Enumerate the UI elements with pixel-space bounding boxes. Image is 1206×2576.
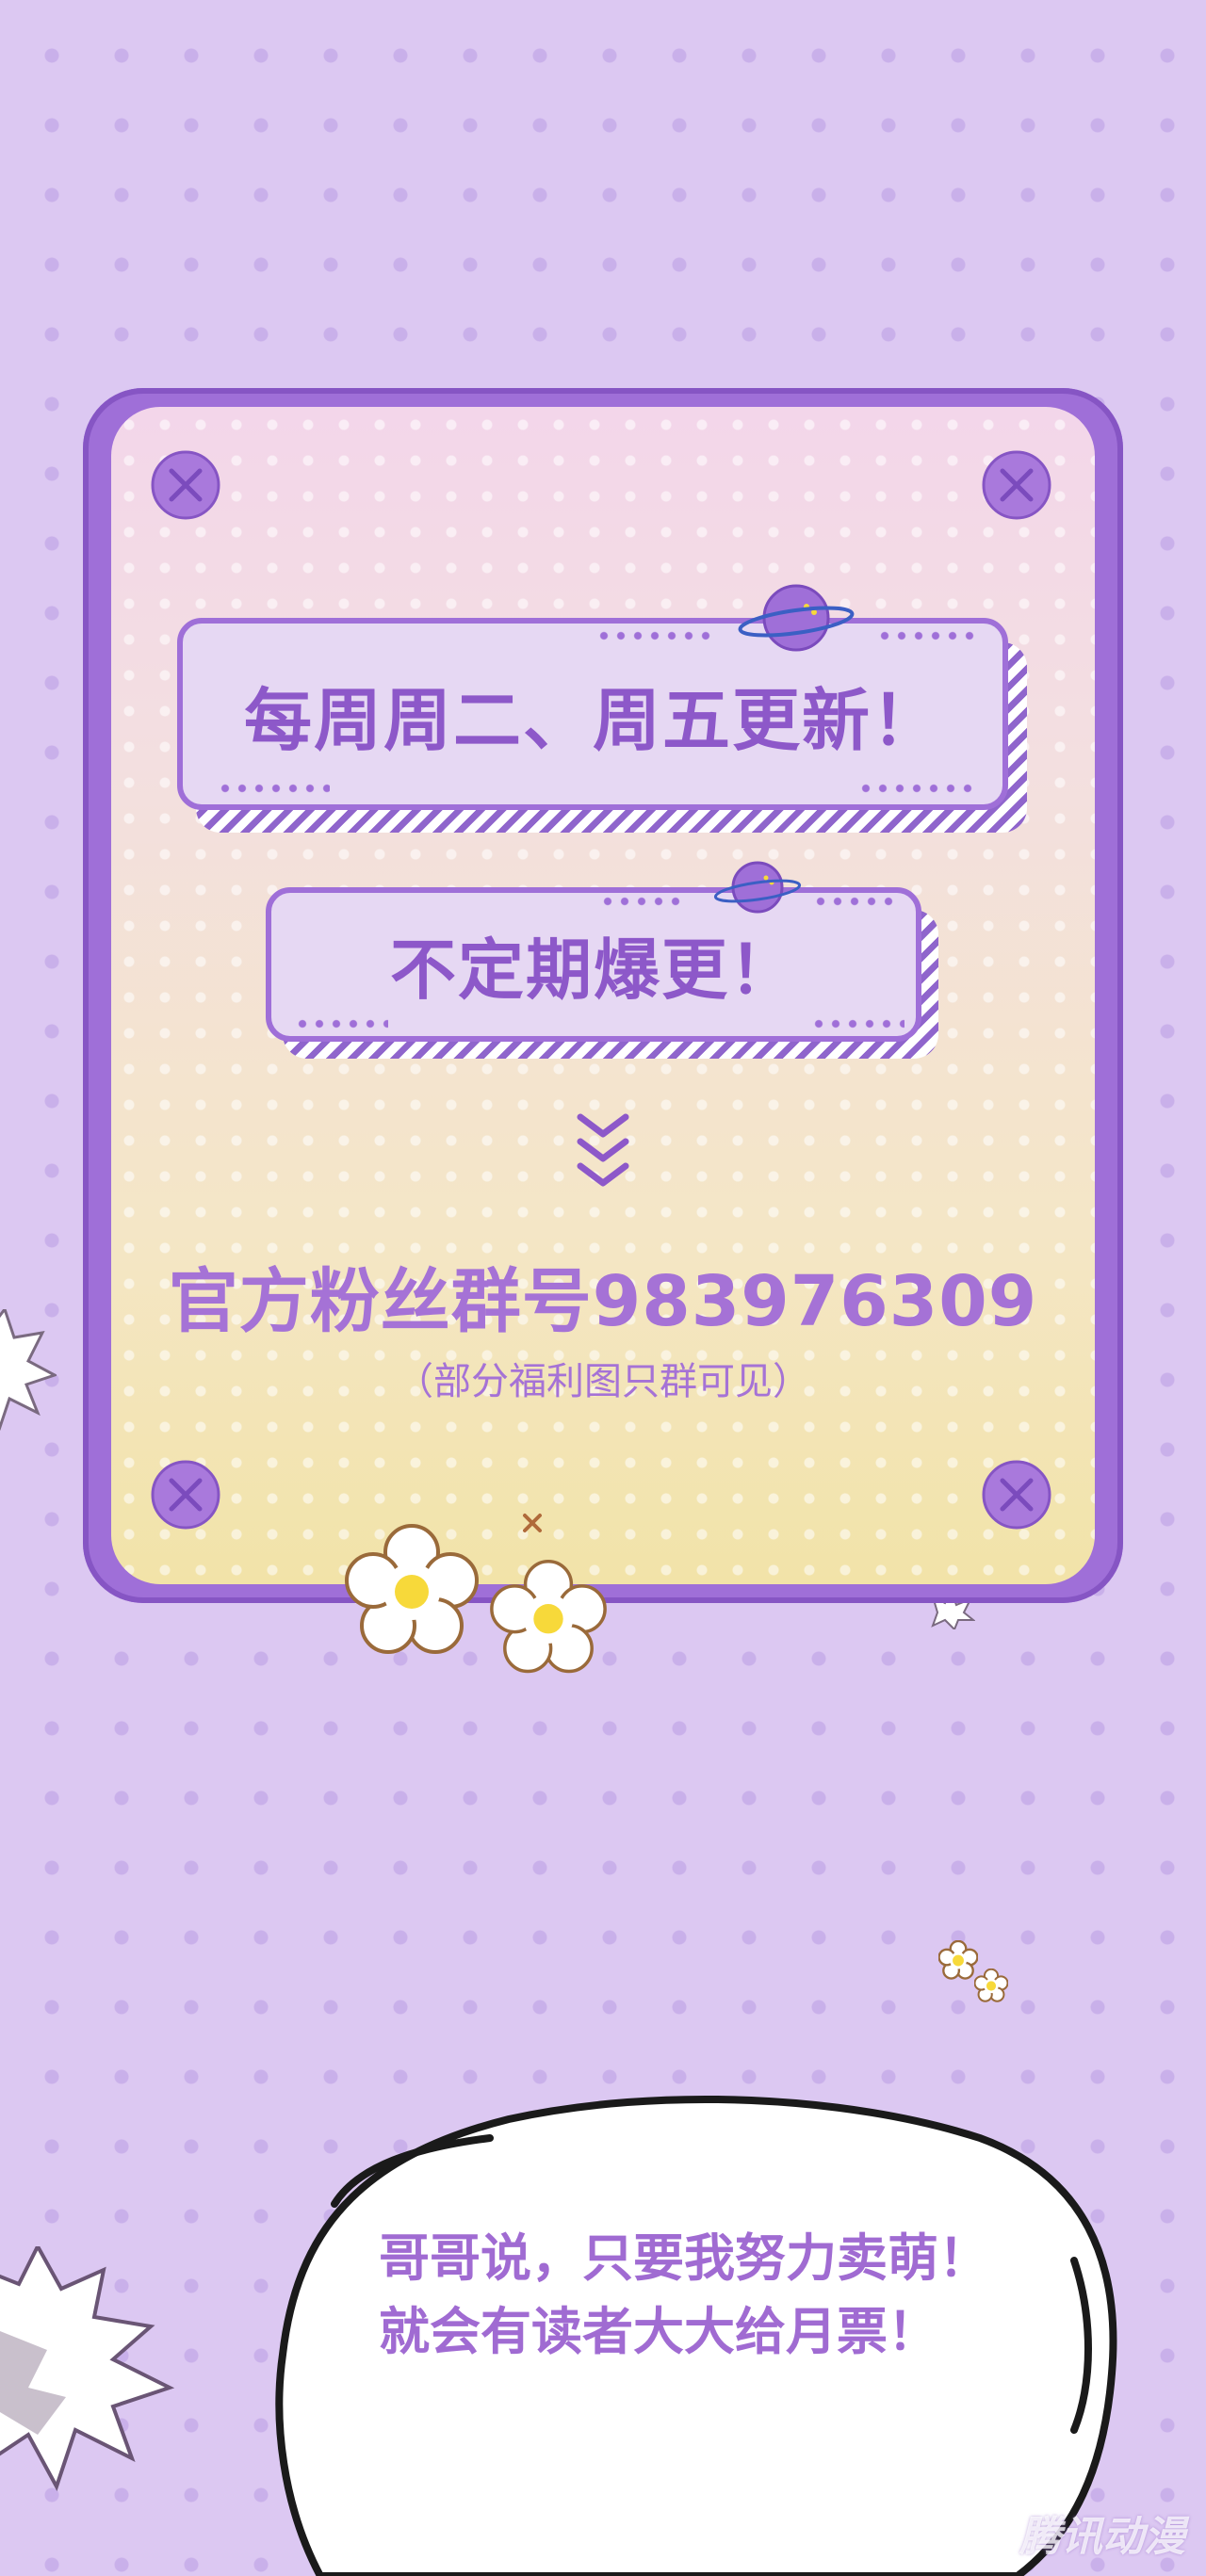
planet-icon [713, 861, 802, 914]
banner-dots [876, 631, 980, 640]
banner-dots [810, 1019, 904, 1029]
banner-dots [857, 784, 980, 793]
sparkle-icon [523, 1514, 542, 1532]
chevron-down-icon [577, 1113, 629, 1187]
update-schedule-text: 每周周二、周五更新！ [243, 680, 941, 760]
banner-dots [812, 897, 897, 906]
screw-icon [982, 1460, 1051, 1530]
extra-update-text: 不定期爆更！ [390, 931, 797, 1009]
banner-dots [595, 631, 718, 640]
watermark-logo: 腾讯动漫 [1019, 2513, 1185, 2561]
banner-primary: 每周周二、周五更新！ [177, 618, 1008, 810]
speech-line-2: 就会有读者大大给月票！ [379, 2302, 938, 2361]
fan-group-note: （部分福利图只群可见） [396, 1360, 810, 1403]
banner-dots [599, 897, 686, 906]
speech-line-1: 哥哥说，只要我努力卖萌！ [379, 2228, 989, 2288]
flower-icon [490, 1560, 607, 1674]
screw-icon [982, 450, 1051, 520]
banner-dots [294, 1019, 388, 1029]
planet-icon [738, 584, 855, 652]
banner-dots [217, 784, 330, 793]
screw-icon [151, 450, 220, 520]
flower-icon [345, 1524, 479, 1654]
screw-icon [151, 1460, 220, 1530]
flower-icon [938, 1940, 978, 1980]
fan-group-number: 官方粉丝群号983976309 [168, 1261, 1038, 1342]
